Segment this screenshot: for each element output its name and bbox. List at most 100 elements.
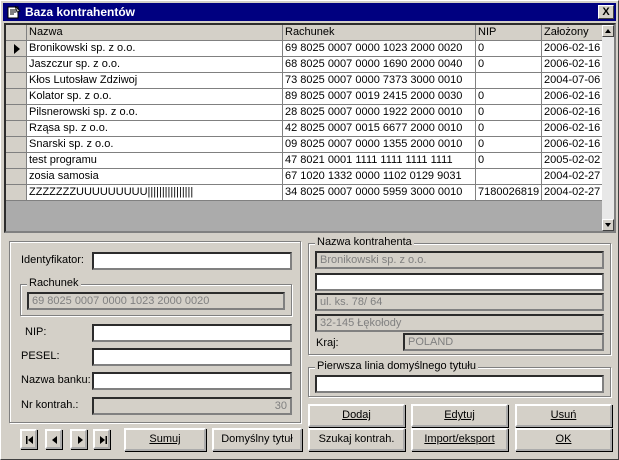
cell-nazwa[interactable]: ZZZZZZZUUUUUUUUU|||||||||||||||| (27, 185, 283, 201)
cell-nip[interactable]: 0 (476, 153, 542, 169)
column-header-nip[interactable]: NIP (476, 25, 542, 41)
nip-field[interactable] (92, 324, 292, 342)
table-row[interactable]: Bronikowski sp. z o.o. 69 8025 0007 0000… (6, 41, 604, 57)
nazwa-kontrahenta-title: Nazwa kontrahenta (315, 236, 414, 248)
cell-nazwa[interactable]: Pilsnerowski sp. z o.o. (27, 105, 283, 121)
cell-rachunek[interactable]: 67 1020 1332 0000 1102 0129 9031 (283, 169, 476, 185)
cell-nip[interactable] (476, 73, 542, 89)
cell-zalozony[interactable]: 2006-02-16 (542, 121, 604, 137)
nav-prev-button[interactable] (45, 429, 62, 449)
table-row[interactable]: zosia samosia 67 1020 1332 0000 1102 012… (6, 169, 604, 185)
column-header-nazwa[interactable]: Nazwa (27, 25, 283, 41)
column-header-zalozony[interactable]: Założony (542, 25, 604, 41)
cell-rachunek[interactable]: 09 8025 0007 0000 1355 2000 0010 (283, 137, 476, 153)
search-contractor-button-label: Szukaj kontrah. (318, 433, 395, 445)
cell-nazwa[interactable]: Kolator sp. z o.o. (27, 89, 283, 105)
kraj-label: Kraj: (316, 337, 339, 349)
title-bar: Baza kontrahentów X (3, 3, 616, 21)
window-title: Baza kontrahentów (25, 5, 136, 19)
rachunek-group-title: Rachunek (27, 277, 81, 289)
sum-button[interactable]: Sumuj (124, 428, 206, 451)
cell-nip[interactable]: 7180026819 (476, 185, 542, 201)
nr-kontrah-field[interactable]: 30 (92, 397, 292, 415)
close-icon: X (602, 6, 610, 18)
cell-zalozony[interactable]: 2004-02-27 (542, 185, 604, 201)
cell-nazwa[interactable]: Jaszczur sp. z o.o. (27, 57, 283, 73)
delete-button[interactable]: Usuń (515, 404, 612, 427)
cell-nip[interactable]: 0 (476, 121, 542, 137)
cell-nip[interactable]: 0 (476, 137, 542, 153)
scroll-down-button[interactable] (602, 219, 614, 231)
identyfikator-field[interactable] (92, 252, 292, 270)
cell-zalozony[interactable]: 2006-02-16 (542, 57, 604, 73)
tytul-field[interactable] (315, 375, 604, 393)
grid-vertical-scrollbar[interactable] (602, 25, 614, 231)
cell-nazwa[interactable]: zosia samosia (27, 169, 283, 185)
cell-zalozony[interactable]: 2006-02-16 (542, 105, 604, 121)
ulica-field[interactable]: ul. ks. 78/ 64 (315, 293, 604, 311)
nazwa-line2-field[interactable] (315, 273, 604, 291)
contractors-grid[interactable]: Nazwa Rachunek NIP Założony Bronikowski … (4, 23, 616, 233)
pesel-field[interactable] (92, 348, 292, 366)
cell-nip[interactable] (476, 169, 542, 185)
default-title-button[interactable]: Domyślny tytuł (212, 428, 302, 451)
table-row[interactable]: test programu 47 8021 0001 1111 1111 111… (6, 153, 604, 169)
nav-last-button[interactable] (93, 429, 110, 449)
cell-rachunek[interactable]: 42 8025 0007 0015 6677 2000 0010 (283, 121, 476, 137)
cell-zalozony[interactable]: 2006-02-16 (542, 41, 604, 57)
miasto-field[interactable]: 32-145 Łękołody (315, 314, 604, 332)
cell-rachunek[interactable]: 89 8025 0007 0019 2415 2000 0030 (283, 89, 476, 105)
add-button-label: Dodaj (342, 409, 371, 421)
cell-rachunek[interactable]: 69 8025 0007 0000 1023 2000 0020 (283, 41, 476, 57)
table-row[interactable]: Kłos Lutosław Zdziwoj 73 8025 0007 0000 … (6, 73, 604, 89)
cell-nip[interactable]: 0 (476, 105, 542, 121)
table-row[interactable]: ZZZZZZZUUUUUUUUU|||||||||||||||| 34 8025… (6, 185, 604, 201)
first-record-icon (26, 436, 33, 444)
column-header-rachunek[interactable]: Rachunek (283, 25, 476, 41)
cell-nazwa[interactable]: Snarski sp. z o.o. (27, 137, 283, 153)
scroll-up-button[interactable] (602, 25, 614, 37)
current-row-arrow-icon (14, 44, 20, 54)
cell-nip[interactable]: 0 (476, 57, 542, 73)
cell-zalozony[interactable]: 2004-02-27 (542, 169, 604, 185)
table-row[interactable]: Kolator sp. z o.o. 89 8025 0007 0019 241… (6, 89, 604, 105)
row-indicator (6, 153, 27, 169)
cell-nip[interactable]: 0 (476, 41, 542, 57)
nazwa-line1-field[interactable]: Bronikowski sp. z o.o. (315, 251, 604, 269)
table-row[interactable]: Snarski sp. z o.o. 09 8025 0007 0000 135… (6, 137, 604, 153)
delete-button-label: Usuń (550, 409, 577, 421)
bank-name-field[interactable] (92, 372, 292, 390)
cell-zalozony[interactable]: 2005-02-02 (542, 153, 604, 169)
cell-zalozony[interactable]: 2006-02-16 (542, 89, 604, 105)
table-row[interactable]: Rząsa sp. z o.o. 42 8025 0007 0015 6677 … (6, 121, 604, 137)
table-row[interactable]: Jaszczur sp. z o.o. 68 8025 0007 0000 16… (6, 57, 604, 73)
cell-nazwa[interactable]: Bronikowski sp. z o.o. (27, 41, 283, 57)
cell-rachunek[interactable]: 28 8025 0007 0000 1922 2000 0010 (283, 105, 476, 121)
cell-zalozony[interactable]: 2004-07-06 (542, 73, 604, 89)
rachunek-field[interactable]: 69 8025 0007 0000 1023 2000 0020 (27, 292, 285, 310)
cell-rachunek[interactable]: 68 8025 0007 0000 1690 2000 0040 (283, 57, 476, 73)
search-contractor-button[interactable]: Szukaj kontrah. (308, 428, 405, 451)
row-indicator (6, 169, 27, 185)
nav-next-button[interactable] (70, 429, 87, 449)
cell-zalozony[interactable]: 2006-02-16 (542, 137, 604, 153)
cell-nazwa[interactable]: test programu (27, 153, 283, 169)
edit-button[interactable]: Edytuj (411, 404, 508, 427)
ok-button[interactable]: OK (515, 428, 612, 451)
table-row[interactable]: Pilsnerowski sp. z o.o. 28 8025 0007 000… (6, 105, 604, 121)
row-indicator (6, 185, 27, 201)
import-export-button[interactable]: Import/eksport (411, 428, 508, 451)
nr-kontrah-label: Nr kontrah.: (21, 399, 79, 411)
kraj-field[interactable]: POLAND (403, 333, 604, 351)
cell-rachunek[interactable]: 73 8025 0007 0000 7373 3000 0010 (283, 73, 476, 89)
cell-rachunek[interactable]: 47 8021 0001 1111 1111 1111 1111 (283, 153, 476, 169)
cell-nazwa[interactable]: Rząsa sp. z o.o. (27, 121, 283, 137)
tytul-group-title: Pierwsza linia domyślnego tytułu (315, 360, 478, 372)
cell-nip[interactable]: 0 (476, 89, 542, 105)
nav-first-button[interactable] (20, 429, 37, 449)
cell-rachunek[interactable]: 34 8025 0007 0000 5959 3000 0010 (283, 185, 476, 201)
add-button[interactable]: Dodaj (308, 404, 405, 427)
ok-button-label: OK (555, 433, 572, 445)
cell-nazwa[interactable]: Kłos Lutosław Zdziwoj (27, 73, 283, 89)
close-button[interactable]: X (598, 5, 614, 19)
